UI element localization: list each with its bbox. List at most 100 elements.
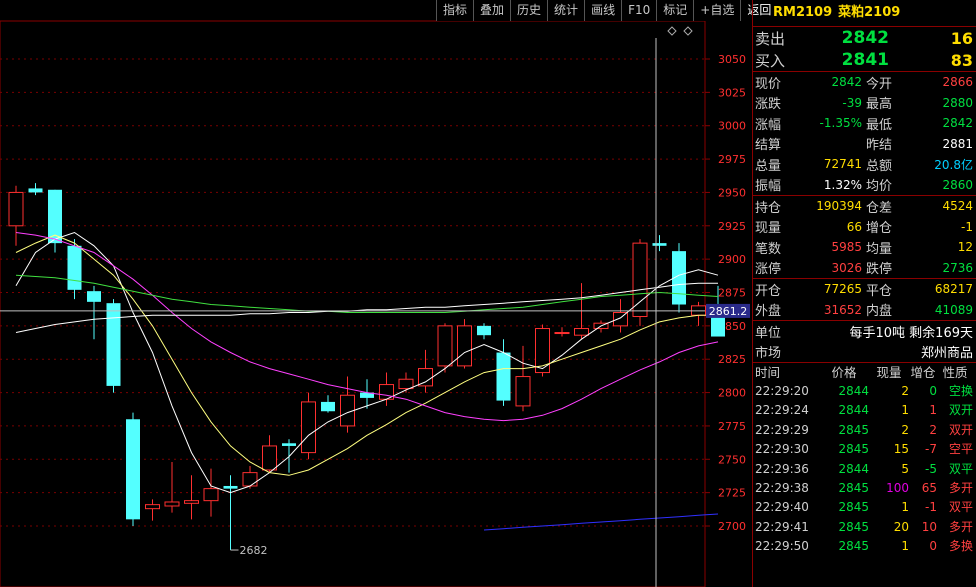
- tick-row: 22:29:36 2844 5 -5 双平: [753, 460, 976, 479]
- candle-body: [398, 378, 414, 390]
- tick-price: 2845: [838, 539, 869, 554]
- stats-value-a: 72741: [823, 157, 862, 172]
- tick-change: -7: [925, 442, 937, 457]
- candle-body: [515, 376, 531, 407]
- header-price: 价格: [831, 365, 857, 380]
- header-nature: 性质: [942, 365, 968, 380]
- positions-label-a: 涨停: [755, 262, 782, 278]
- y-tick-label: 2725: [718, 487, 746, 500]
- positions-label-b: 增仓: [866, 221, 893, 237]
- openclose-value-b: 41089: [934, 302, 973, 317]
- tick-change: 2: [929, 422, 937, 437]
- sell-volume: 16: [950, 28, 973, 48]
- positions-label-a: 持仓: [755, 200, 782, 216]
- tick-nature: 空平: [948, 442, 973, 457]
- openclose-value-a: 31652: [823, 302, 862, 317]
- stats-value-a: -39: [842, 95, 862, 110]
- tick-volume: 1: [901, 539, 909, 554]
- y-tick-label: 2950: [718, 186, 746, 199]
- openclose-label-a: 开仓: [755, 283, 782, 299]
- positions-value-b: -1: [961, 219, 973, 234]
- toolbar-btn-7[interactable]: +自选: [693, 0, 740, 21]
- tick-row: 22:29:41 2845 20 10 多开: [753, 518, 976, 537]
- openclose-value-a: 77265: [823, 282, 862, 297]
- tick-price: 2845: [838, 519, 869, 534]
- tick-time: 22:29:29: [755, 422, 809, 437]
- toolbar-btn-6[interactable]: 标记: [656, 0, 693, 21]
- stats-value-b: 2842: [942, 116, 973, 131]
- positions-value-a: 3026: [831, 260, 862, 275]
- tick-time: 22:29:38: [755, 480, 809, 495]
- candle-body: [652, 243, 667, 246]
- y-tick-label: 2900: [718, 253, 746, 266]
- stats-value-b: 2881: [942, 136, 973, 151]
- y-tick-label: 2875: [718, 287, 746, 300]
- y-tick-label: 3025: [718, 86, 746, 99]
- tick-nature: 多开: [948, 480, 973, 495]
- tick-change: 1: [929, 403, 937, 418]
- sell-price: 2842: [841, 28, 889, 48]
- stats-value-b: 2866: [942, 75, 973, 90]
- price-tag: 2861.2: [709, 305, 748, 318]
- stats-value-b: 2880: [942, 95, 973, 110]
- diamond-icon: [683, 26, 693, 36]
- stats-row: 涨幅 -1.35% 最低 2842: [753, 113, 976, 134]
- toolbar-btn-1[interactable]: 叠加: [473, 0, 510, 21]
- tick-row: 22:29:20 2844 2 0 空换: [753, 382, 976, 401]
- tick-change: 65: [921, 480, 937, 495]
- tick-nature: 空换: [948, 384, 973, 398]
- candle-body: [28, 188, 43, 193]
- candle-body: [164, 501, 180, 507]
- openclose-label-b: 平仓: [866, 283, 893, 299]
- positions-value-b: 2736: [942, 260, 973, 275]
- toolbar-btn-3[interactable]: 统计: [547, 0, 584, 21]
- candle-body: [282, 443, 296, 446]
- tick-volume: 2: [901, 422, 909, 437]
- candle-body: [203, 488, 219, 502]
- stats-value-a: 2842: [831, 75, 862, 90]
- tick-time: 22:29:41: [755, 519, 809, 534]
- stats-label-a: 总量: [755, 158, 782, 174]
- candle-body: [321, 401, 335, 412]
- toolbar-btn-0[interactable]: 指标: [436, 0, 473, 21]
- market-label: 市场: [755, 346, 782, 362]
- tick-volume: 2: [901, 384, 909, 398]
- header-change: 增仓: [910, 365, 936, 380]
- low-annotation: 2682: [240, 544, 268, 557]
- tick-row: 22:29:29 2845 2 2 双开: [753, 421, 976, 440]
- tick-time: 22:29:24: [755, 403, 809, 418]
- candle-body: [145, 504, 160, 510]
- openclose-row: 开仓 77265 平仓 68217: [753, 279, 976, 300]
- stats-label-a: 涨幅: [755, 117, 782, 133]
- toolbar-btn-5[interactable]: F10: [621, 0, 656, 21]
- tick-nature: 双平: [948, 461, 973, 476]
- positions-section: 持仓 190394 仓差 4524 现量 66 增仓 -1 笔数 5985 均量 12 涨停 3026 跌停…: [753, 196, 976, 279]
- tick-nature: 双平: [948, 500, 973, 515]
- chart-toolbar: 指标 叠加 历史 统计 画线 F10 标记 +自选 返回: [436, 0, 778, 21]
- buy-volume: 83: [950, 50, 973, 70]
- tick-row: 22:29:38 2845 100 65 多开: [753, 479, 976, 498]
- toolbar-btn-2[interactable]: 历史: [510, 0, 547, 21]
- candle-body: [67, 245, 82, 290]
- toolbar-btn-4[interactable]: 画线: [584, 0, 621, 21]
- stats-label-a: 涨跌: [755, 97, 782, 113]
- tick-list[interactable]: 时间 价格 现量 增仓 性质 22:29:20 2844 2 0 空换 22:29:24 2…: [753, 363, 976, 557]
- positions-value-b: 4524: [942, 199, 973, 214]
- sell-label: 卖出: [755, 29, 786, 48]
- y-tick-label: 3000: [718, 120, 746, 133]
- buy-label: 买入: [755, 51, 786, 70]
- tick-volume: 1: [901, 403, 909, 418]
- sell-row: 卖出 2842 16: [753, 27, 976, 49]
- positions-value-a: 190394: [816, 199, 862, 214]
- candle-body: [574, 328, 589, 336]
- positions-label-b: 跌停: [866, 262, 893, 278]
- tick-price: 2844: [838, 461, 869, 476]
- stats-row: 总量 72741 总额 20.8亿: [753, 154, 976, 175]
- kline-chart[interactable]: 3050302530002975295029252900287528502825…: [0, 0, 752, 587]
- positions-row: 涨停 3026 跌停 2736: [753, 258, 976, 279]
- tick-price: 2845: [838, 480, 869, 495]
- y-tick-label: 3050: [718, 53, 746, 66]
- tick-price: 2844: [838, 403, 869, 418]
- contract-title: RM2109 菜粕2109: [753, 0, 976, 27]
- openclose-row: 外盘 31652 内盘 41089: [753, 300, 976, 321]
